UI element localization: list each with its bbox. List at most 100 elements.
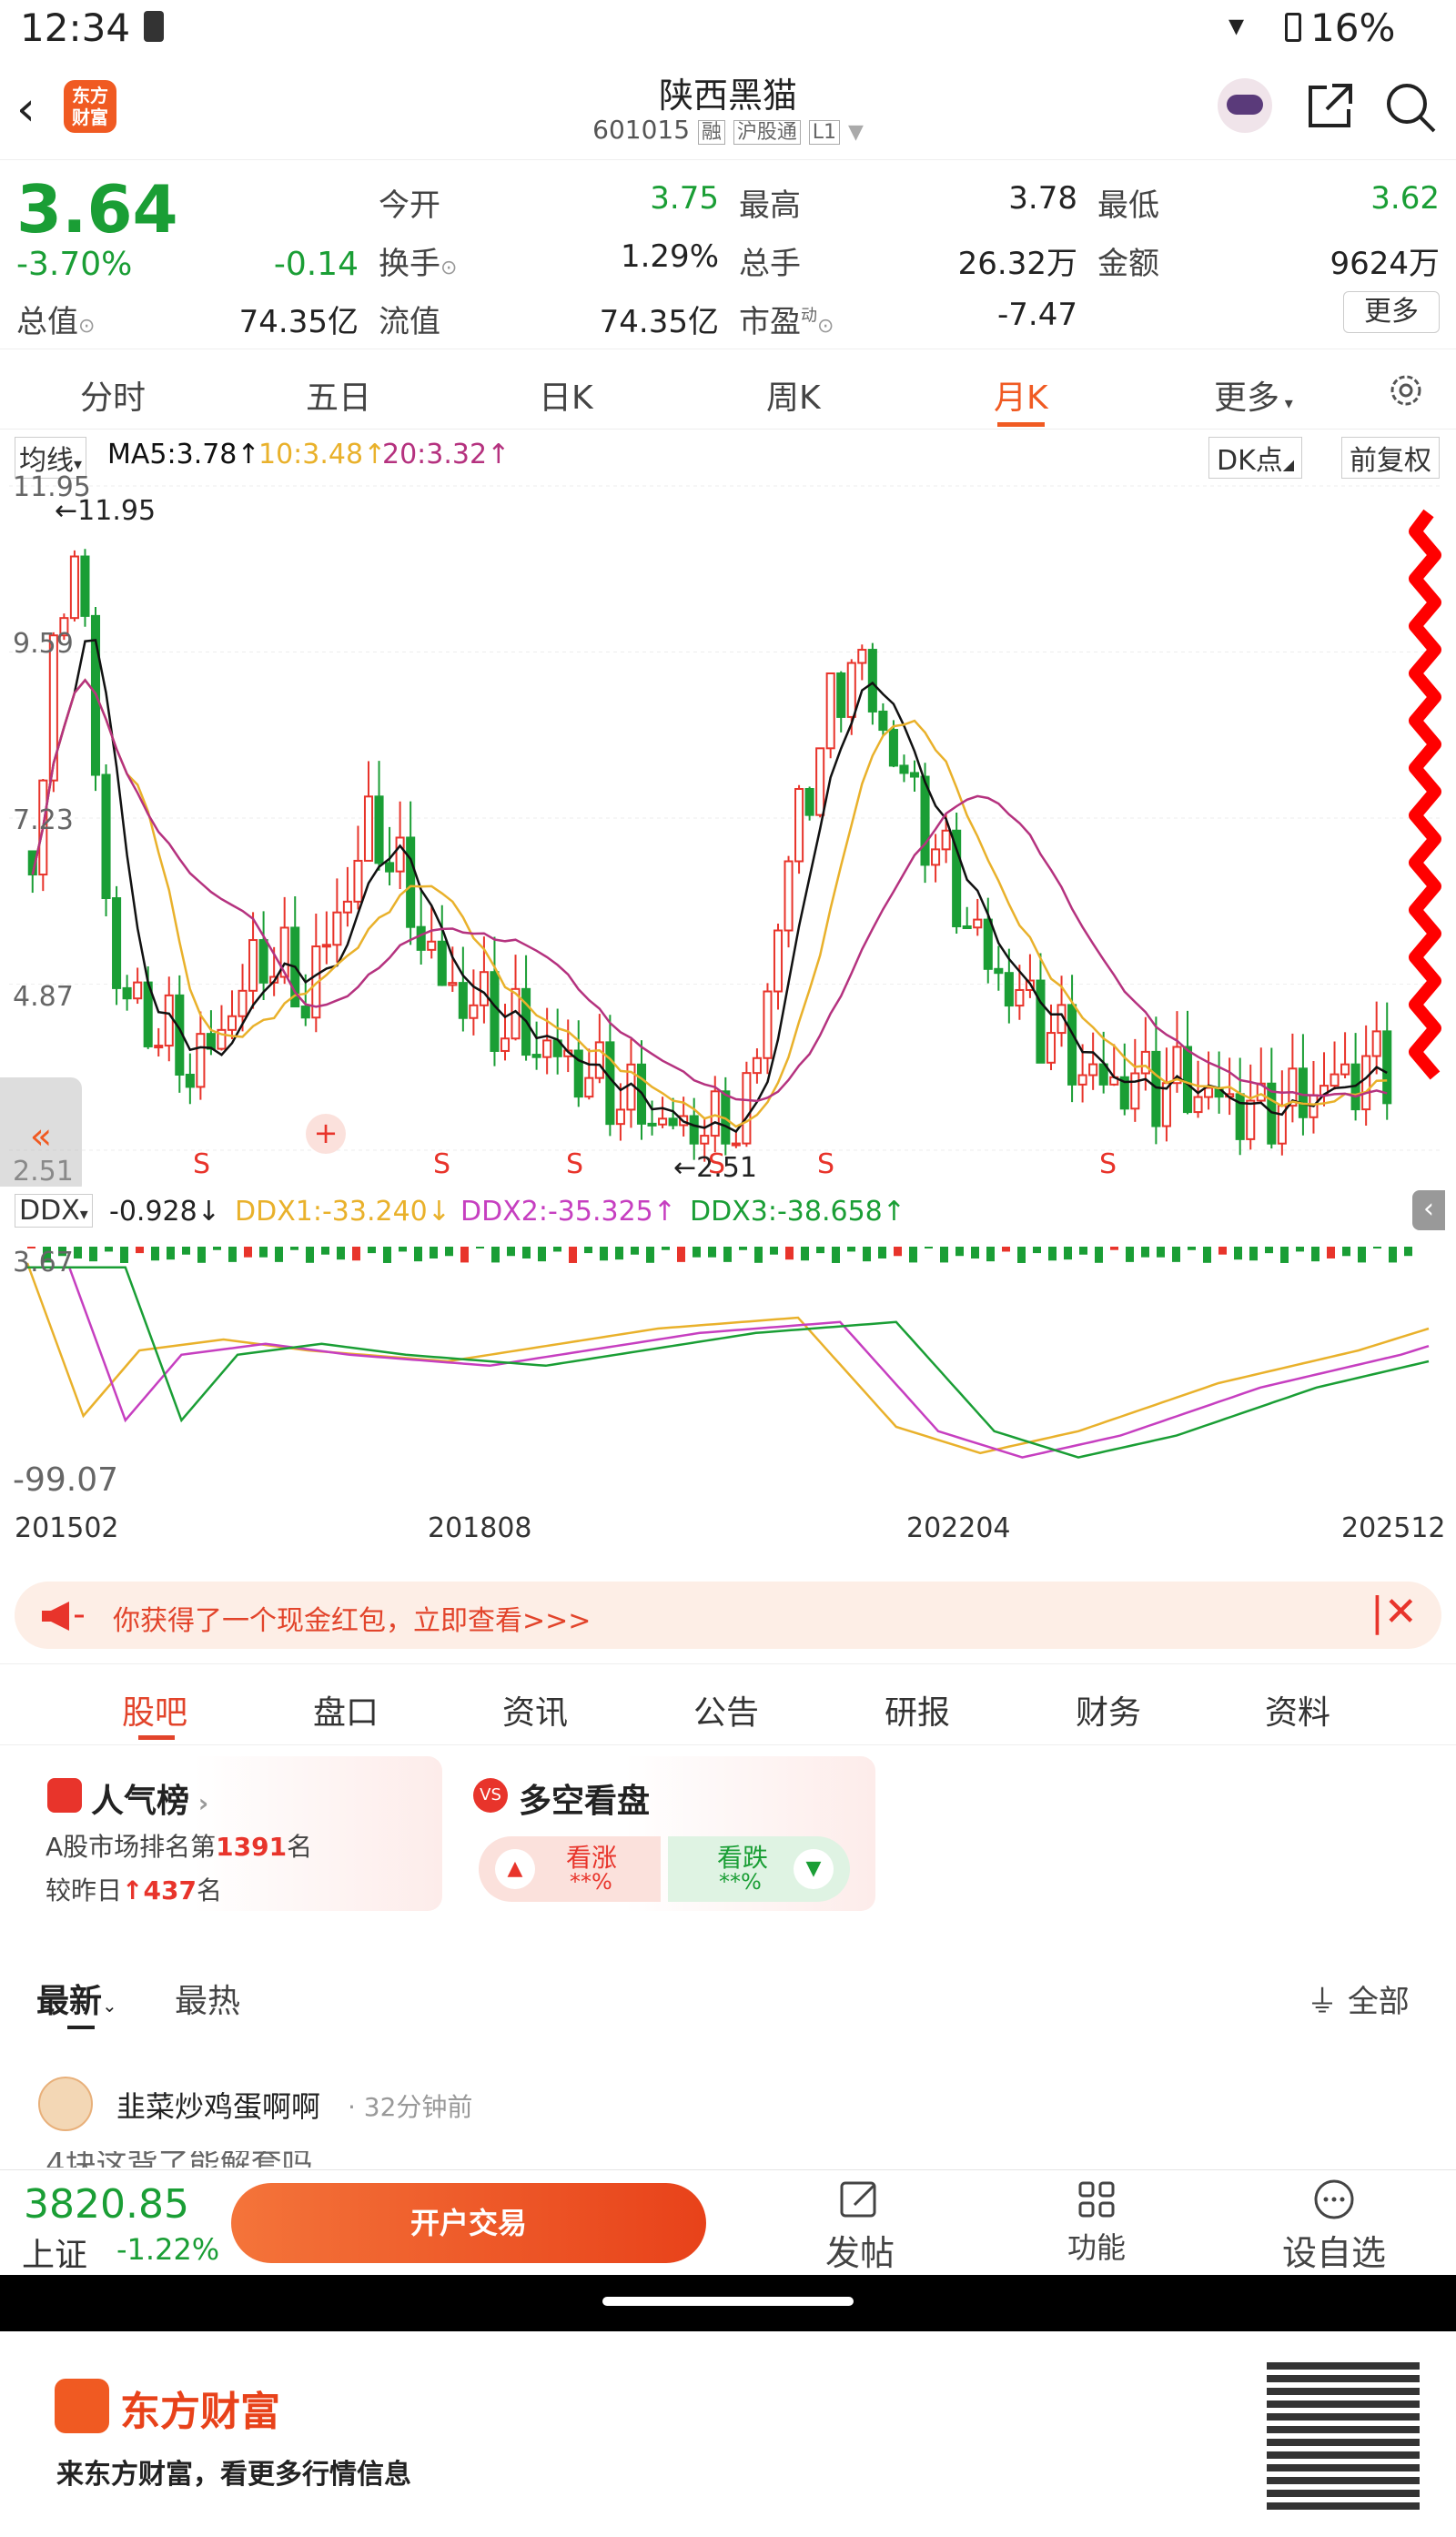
candle-body [1088, 1063, 1098, 1076]
down-arrow-icon: ▼ [794, 1849, 834, 1889]
ddx-bar [1157, 1247, 1165, 1258]
candle-body [1193, 1096, 1203, 1114]
ddx-bar [136, 1247, 144, 1254]
ma20-value: 20:3.32↑ [382, 439, 511, 470]
add-watchlist-button[interactable]: 设自选 [1261, 2178, 1407, 2275]
tab-intraday[interactable]: 分时 [80, 371, 146, 419]
ddx-bar [600, 1247, 608, 1261]
ddx-bar [986, 1247, 995, 1262]
candle-body [80, 555, 90, 617]
x-label-2: 202204 [906, 1512, 1011, 1544]
candle-body [1140, 1050, 1150, 1075]
tab-more[interactable]: 更多 ▾ [1214, 371, 1293, 419]
rank-line: A股市场排名第1391名 [46, 1832, 313, 1862]
candle-body [668, 1117, 678, 1127]
ddx-bar [971, 1247, 979, 1259]
functions-button[interactable]: 功能 [1037, 2178, 1156, 2267]
close-icon[interactable]: |✕ [1370, 1589, 1418, 1635]
ddx-bar [816, 1247, 824, 1254]
settings-gear-icon[interactable] [1385, 369, 1427, 411]
add-marker-icon[interactable]: + [306, 1114, 346, 1154]
ddx-bar [213, 1247, 221, 1250]
chevron-down-icon[interactable]: ▼ [848, 121, 864, 144]
ddx-bar [1265, 1247, 1273, 1254]
tab-guba[interactable]: 股吧 [122, 1686, 187, 1733]
candle-body [615, 1108, 625, 1126]
candle-body [206, 1033, 216, 1050]
sell-marker-5: S [817, 1148, 835, 1180]
ai-assistant-icon[interactable] [1218, 78, 1272, 133]
candle-body [258, 939, 268, 984]
float-value: 74.35亿 [599, 304, 719, 340]
post-label: 发帖 [824, 2233, 895, 2273]
share-icon[interactable] [1303, 80, 1356, 133]
kline-chart[interactable]: 11.95 9.59 7.23 4.87 2.51 ←11.95 ←2.51 «… [0, 471, 1441, 1196]
tab-pankou[interactable]: 盘口 [313, 1686, 379, 1733]
ddx1-line [25, 1262, 1430, 1455]
candle-body [1330, 1073, 1340, 1087]
tab-news[interactable]: 资讯 [502, 1686, 568, 1733]
ma-indicator-bar: 均线▾ MA5:3.78↑ 10:3.48↑ 20:3.32↑ DK点◢ 前复权 [0, 431, 1456, 479]
guba-underline [138, 1735, 175, 1740]
ddx-bar [631, 1247, 639, 1255]
candle-body [406, 836, 416, 928]
tab-profile[interactable]: 资料 [1265, 1686, 1330, 1733]
post-button[interactable]: 发帖 [801, 2178, 919, 2275]
tab-research[interactable]: 研报 [885, 1686, 950, 1733]
tab-finance[interactable]: 财务 [1076, 1686, 1141, 1733]
ddx-selector[interactable]: DDX▾ [15, 1194, 93, 1228]
candle-body [1371, 1030, 1381, 1057]
candle-body [784, 860, 794, 932]
candle-body [931, 848, 941, 866]
y-tick-3: 4.87 [13, 981, 74, 1013]
tab-announcements[interactable]: 公告 [693, 1686, 759, 1733]
popularity-card[interactable]: 人气榜 › A股市场排名第1391名 较昨日↑437名 [27, 1756, 442, 1911]
ddx-bar [120, 1247, 128, 1263]
candle-body [825, 672, 835, 750]
tab-daily-k[interactable]: 日K [539, 371, 593, 419]
ddx-bar [383, 1247, 391, 1263]
adjust-button[interactable]: 前复权 [1341, 437, 1440, 479]
vote-down-button[interactable]: 看跌 **% ▼ [668, 1836, 850, 1902]
candle-body [815, 747, 825, 816]
ddx-bar [74, 1247, 82, 1259]
candle-body [1015, 988, 1025, 1007]
more-button[interactable]: 更多 [1343, 291, 1440, 333]
home-gesture-bar[interactable] [602, 2297, 854, 2306]
trade-button[interactable]: 开户交易 [231, 2183, 706, 2263]
candle-body [458, 982, 468, 1019]
mktcap-value: 74.35亿 [238, 304, 359, 340]
dk-point-button[interactable]: DK点◢ [1208, 437, 1303, 479]
ddx-bar [1048, 1247, 1057, 1261]
battery-icon [1285, 13, 1301, 42]
candle-body [710, 1090, 720, 1137]
sort-newest[interactable]: 最新⌄ [36, 1975, 117, 2022]
red-packet-banner[interactable]: 你获得了一个现金红包，立即查看>>> |✕ [15, 1582, 1441, 1649]
post-item[interactable]: 韭菜炒鸡蛋啊啊 · 32分钟前 4块这背了能解套吗 [0, 2066, 1456, 2168]
ddx-bar [1249, 1247, 1258, 1261]
index-value[interactable]: 3820.85 [24, 2181, 189, 2228]
ddx-bar [1079, 1247, 1087, 1255]
candle-body [196, 1033, 206, 1088]
open-label: 今开 [379, 187, 440, 224]
collapse-panel-icon[interactable]: ‹ [1412, 1190, 1445, 1230]
tab-five-day[interactable]: 五日 [306, 371, 371, 419]
candle-body [752, 1056, 762, 1075]
feed-header: 最新⌄ 最热 ⏚ 全部 [0, 1966, 1456, 2038]
scroll-left-button[interactable]: « [0, 1077, 82, 1196]
sell-marker-6: S [1099, 1148, 1117, 1180]
ddx-bar [1064, 1247, 1072, 1260]
candle-body [342, 900, 352, 914]
search-icon[interactable] [1383, 80, 1438, 135]
y-tick-1: 9.59 [13, 628, 74, 660]
candle-body [1204, 1087, 1214, 1098]
sort-hottest[interactable]: 最热 [175, 1975, 240, 2022]
candle-body [1130, 1072, 1140, 1110]
tab-weekly-k[interactable]: 周K [766, 371, 821, 419]
vote-up-button[interactable]: ▲ 看涨 **% [479, 1836, 661, 1902]
tab-monthly-k[interactable]: 月K [994, 371, 1048, 419]
ddx-bar [228, 1247, 237, 1262]
post-username[interactable]: 韭菜炒鸡蛋啊啊 [116, 2084, 320, 2126]
filter-button[interactable]: ⏚ 全部 [1307, 1976, 1410, 2021]
ddx-bar [956, 1247, 964, 1257]
